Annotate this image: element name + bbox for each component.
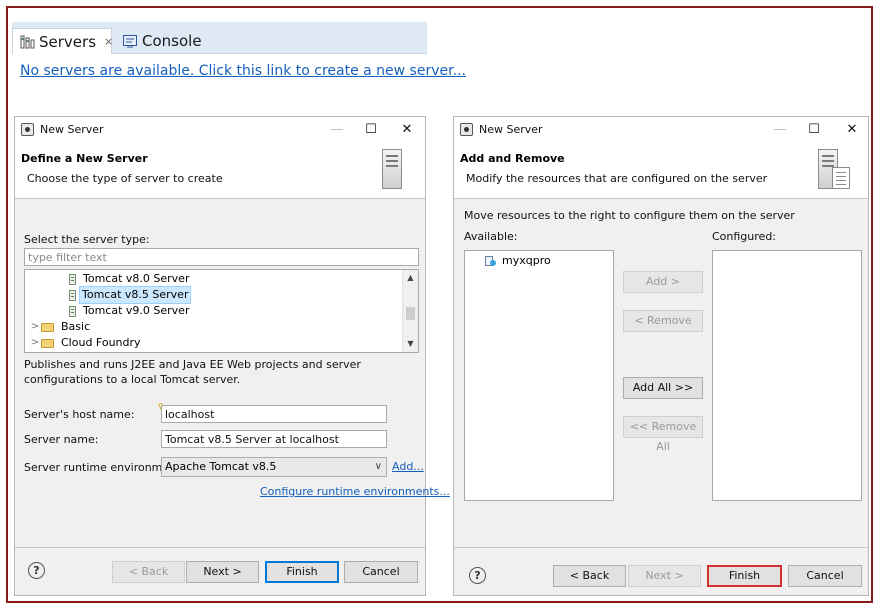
add-remove-dialog: New Server — ☐ ✕ Add and Remove Modify t… xyxy=(453,116,869,596)
configure-runtime-link[interactable]: Configure runtime environments... xyxy=(260,485,450,498)
help-icon[interactable]: ? xyxy=(28,562,45,579)
scroll-thumb[interactable] xyxy=(406,307,415,320)
server-type-tree[interactable]: Tomcat v8.0 Server Tomcat v8.5 Server To… xyxy=(24,269,419,353)
remove-button[interactable]: < Remove xyxy=(623,310,703,332)
server-icon xyxy=(69,273,76,285)
add-button[interactable]: Add > xyxy=(623,271,703,293)
server-icon xyxy=(69,305,76,317)
scroll-down-icon[interactable]: ▼ xyxy=(403,337,418,351)
available-label: Available: xyxy=(464,230,518,243)
dialog-title: New Server xyxy=(479,123,543,136)
minimize-button[interactable]: — xyxy=(770,120,790,140)
chevron-right-icon[interactable]: > xyxy=(29,319,41,335)
tree-scrollbar[interactable]: ▲ ▼ xyxy=(402,270,418,352)
chevron-right-icon[interactable]: > xyxy=(29,335,41,351)
wizard-banner: Add and Remove Modify the resources that… xyxy=(454,143,868,199)
filter-input[interactable] xyxy=(24,248,419,266)
tree-item-tomcat-v8-0[interactable]: Tomcat v8.0 Server xyxy=(69,271,193,287)
help-icon[interactable]: ? xyxy=(469,567,486,584)
add-all-button[interactable]: Add All >> xyxy=(623,377,703,399)
maximize-button[interactable]: ☐ xyxy=(361,120,381,140)
cancel-button[interactable]: Cancel xyxy=(788,565,862,587)
button-bar-separator xyxy=(15,547,425,548)
select-server-type-label: Select the server type: xyxy=(24,233,150,246)
tab-servers-label: Servers xyxy=(39,32,97,51)
dialog-title: New Server xyxy=(40,123,104,136)
wizard-description: Modify the resources that are configured… xyxy=(466,172,768,185)
wizard-heading: Add and Remove xyxy=(460,152,565,165)
web-project-icon xyxy=(485,255,497,267)
finish-button[interactable]: Finish xyxy=(707,565,782,587)
chevron-down-icon: ∨ xyxy=(374,461,382,472)
tree-item-cloud-foundry[interactable]: > Cloud Foundry xyxy=(29,335,145,351)
server-name-field[interactable] xyxy=(161,430,387,448)
wizard-description: Choose the type of server to create xyxy=(27,172,223,185)
back-button[interactable]: < Back xyxy=(553,565,626,587)
remove-all-button[interactable]: << Remove All xyxy=(623,416,703,453)
server-type-description: Publishes and runs J2EE and Java EE Web … xyxy=(24,358,361,386)
tree-item-basic[interactable]: > Basic xyxy=(29,319,94,335)
new-server-dialog: New Server — ☐ ✕ Define a New Server Cho… xyxy=(14,116,450,596)
minimize-button[interactable]: — xyxy=(327,120,347,140)
server-name-label: Server name: xyxy=(24,433,99,446)
add-remove-wizard-icon xyxy=(818,149,850,191)
create-new-server-link[interactable]: No servers are available. Click this lin… xyxy=(20,63,466,79)
list-item-myxqpro[interactable]: myxqpro xyxy=(485,253,551,269)
maximize-button[interactable]: ☐ xyxy=(804,120,824,140)
tab-servers[interactable]: Servers ⨯ xyxy=(12,28,113,54)
cancel-button[interactable]: Cancel xyxy=(344,561,418,583)
next-button[interactable]: Next > xyxy=(186,561,259,583)
close-button[interactable]: ✕ xyxy=(397,120,417,140)
eclipse-app-icon xyxy=(460,123,473,136)
servers-icon xyxy=(19,34,35,50)
server-icon xyxy=(69,289,76,301)
instruction-text: Move resources to the right to configure… xyxy=(464,209,795,222)
back-button[interactable]: < Back xyxy=(112,561,185,583)
server-wizard-icon xyxy=(382,149,410,191)
configured-label: Configured: xyxy=(712,230,777,243)
dialog-titlebar: New Server — ☐ ✕ xyxy=(15,117,425,143)
tab-console[interactable]: Console xyxy=(116,28,208,54)
servers-view-tabbar: Servers ⨯ Console xyxy=(12,22,427,54)
folder-icon xyxy=(41,322,54,332)
scroll-up-icon[interactable]: ▲ xyxy=(403,271,418,285)
dialog-titlebar: New Server — ☐ ✕ xyxy=(454,117,868,143)
button-bar-separator xyxy=(454,547,868,548)
runtime-environment-value: Apache Tomcat v8.5 xyxy=(165,460,277,473)
eclipse-app-icon xyxy=(21,123,34,136)
console-icon xyxy=(122,33,138,49)
close-tab-icon[interactable]: ⨯ xyxy=(104,35,113,48)
configured-list[interactable] xyxy=(712,250,862,501)
finish-button[interactable]: Finish xyxy=(265,561,339,583)
tree-item-tomcat-v9-0[interactable]: Tomcat v9.0 Server xyxy=(69,303,193,319)
close-button[interactable]: ✕ xyxy=(842,120,862,140)
host-name-field[interactable] xyxy=(161,405,387,423)
next-button[interactable]: Next > xyxy=(628,565,701,587)
add-runtime-link[interactable]: Add... xyxy=(392,460,424,473)
available-list[interactable]: myxqpro xyxy=(464,250,614,501)
tree-item-tomcat-v8-5[interactable]: Tomcat v8.5 Server xyxy=(69,286,192,304)
wizard-banner: Define a New Server Choose the type of s… xyxy=(15,143,425,199)
host-name-label: Server's host name: xyxy=(24,408,135,421)
tab-console-label: Console xyxy=(142,32,202,50)
wizard-heading: Define a New Server xyxy=(21,152,148,165)
runtime-environment-select[interactable]: Apache Tomcat v8.5 ∨ xyxy=(161,457,387,477)
folder-icon xyxy=(41,338,54,348)
